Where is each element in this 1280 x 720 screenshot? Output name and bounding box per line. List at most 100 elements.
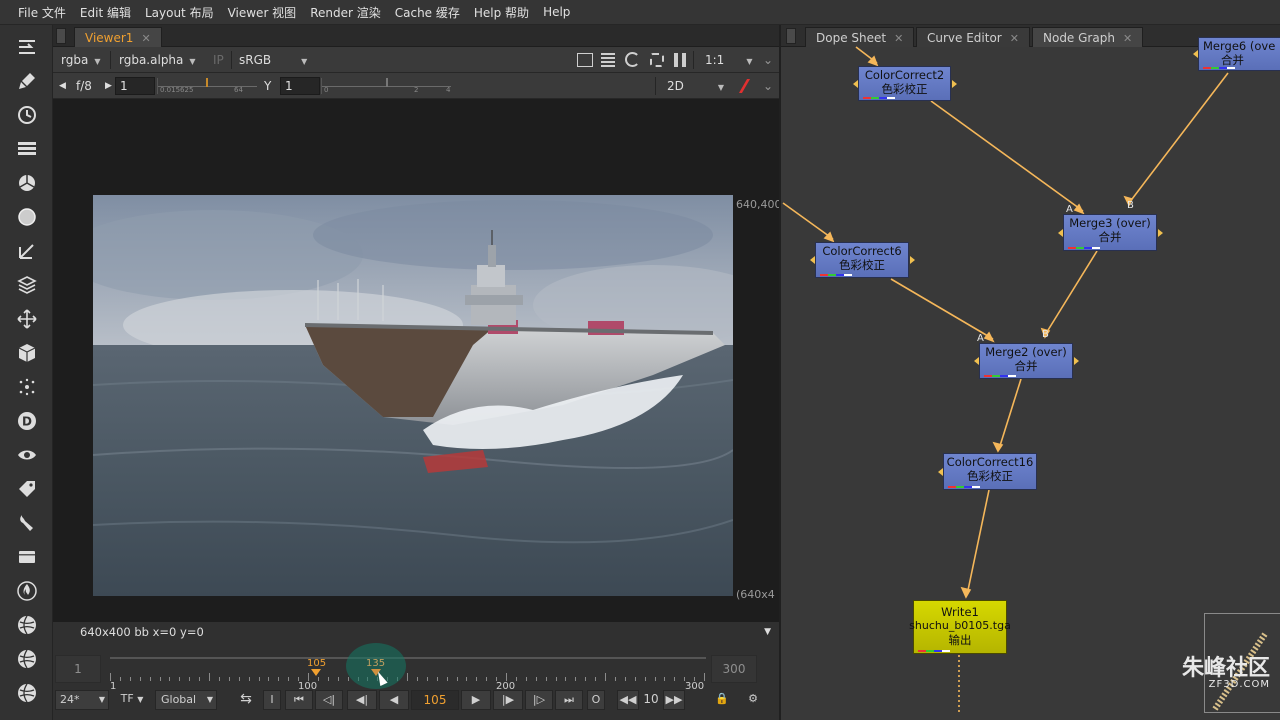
channel-strip	[1203, 67, 1235, 69]
view-mode-dropdown[interactable]: 2D ▼	[667, 77, 724, 95]
menu-help[interactable]: Help	[536, 5, 577, 19]
play-backward-button[interactable]: ◀	[379, 690, 409, 710]
menu-render[interactable]: Render 渲染	[303, 4, 388, 21]
chevron-down-icon: ▼	[206, 695, 213, 704]
filter-circle-icon[interactable]	[13, 203, 41, 231]
image-nodes-icon[interactable]	[13, 33, 41, 61]
channel-stack-icon[interactable]	[13, 135, 41, 163]
timeline-end-field[interactable]: 300	[711, 655, 757, 683]
node-colorcorrect16[interactable]: ColorCorrect16 色彩校正	[938, 453, 1037, 490]
gear-icon[interactable]	[650, 53, 664, 67]
menu-file[interactable]: File 文件	[11, 4, 73, 21]
color-wheel-icon[interactable]	[13, 169, 41, 197]
format-label-bottom: (640x4	[736, 588, 775, 601]
increment-field[interactable]: 10	[640, 690, 662, 710]
list-lines-icon[interactable]	[601, 53, 615, 67]
step-forward-increment-button[interactable]: |▷	[525, 690, 553, 710]
goto-start-button[interactable]: ⏮	[285, 690, 313, 710]
gamma-slider[interactable]: 0 2 4	[321, 78, 451, 94]
lock-icon[interactable]: 🔒	[713, 690, 731, 710]
menu-cache[interactable]: Cache 缓存	[388, 4, 467, 21]
playhead-marker-icon[interactable]	[311, 669, 321, 676]
tf-dropdown[interactable]: TF ▼	[115, 690, 149, 710]
alpha-channel-dropdown[interactable]: rgba.alpha ▼	[119, 51, 196, 69]
draw-brush-icon[interactable]	[13, 67, 41, 95]
input-process-toggle[interactable]: IP	[213, 51, 224, 69]
plugin-ball-icon-2[interactable]	[13, 645, 41, 673]
loop-mode-icon[interactable]: ⇆	[231, 690, 261, 710]
roi-icon[interactable]	[577, 53, 593, 67]
menu-viewer[interactable]: Viewer 视图	[221, 4, 304, 21]
node-merge2[interactable]: Merge2 (over) 合并	[974, 343, 1079, 379]
expand-chevron-icon[interactable]: ⌄	[763, 77, 773, 95]
step-back-increment-button[interactable]: ◁|	[315, 690, 343, 710]
chevron-down-icon[interactable]: ▼	[764, 622, 771, 642]
timeline-tick	[456, 677, 458, 681]
channels-dropdown[interactable]: rgba ▼	[61, 51, 100, 69]
slider-knob[interactable]	[206, 78, 208, 87]
time-clock-icon[interactable]	[13, 101, 41, 129]
plugin-ball-icon[interactable]	[13, 611, 41, 639]
timeline-tick	[416, 677, 418, 681]
timeline-tick	[119, 677, 121, 681]
metadata-tag-icon[interactable]	[13, 475, 41, 503]
fstop-next-icon[interactable]: ▶	[105, 77, 112, 95]
particles-icon[interactable]	[13, 373, 41, 401]
forward-increment-button[interactable]: ▶▶	[663, 690, 685, 710]
fps-value: 24*	[60, 693, 80, 706]
keyer-icon[interactable]	[13, 237, 41, 265]
gain-field[interactable]: 1	[115, 77, 155, 95]
pause-icon[interactable]	[674, 53, 686, 67]
playback-settings-button[interactable]: ⚙	[739, 690, 767, 710]
views-eye-icon[interactable]	[13, 441, 41, 469]
menu-edit[interactable]: Edit 编辑	[73, 4, 138, 21]
other-folder-icon[interactable]	[13, 543, 41, 571]
node-subtitle: 输出	[948, 633, 972, 647]
timeline-tick	[486, 677, 488, 681]
gain-slider[interactable]: 0.015625 64	[157, 78, 257, 94]
rewind-increment-button[interactable]: ◀◀	[617, 690, 639, 710]
timeline-tick	[506, 673, 507, 681]
range-dropdown[interactable]: Global ▼	[155, 690, 217, 710]
fstop-prev-icon[interactable]: ◀	[59, 77, 66, 95]
node-write1[interactable]: Write1 shuchu_b0105.tga 输出	[909, 600, 1011, 654]
goto-end-button[interactable]: ⏭	[555, 690, 583, 710]
step-back-button[interactable]: ◀|	[347, 690, 377, 710]
frame-field[interactable]: 105	[411, 690, 459, 710]
output-arrow-icon	[1158, 228, 1163, 237]
viewer-canvas[interactable]: 640,400 (640x4	[53, 99, 782, 647]
refresh-icon[interactable]	[625, 52, 640, 67]
node-graph-panel[interactable]: Dope Sheet ✕ Curve Editor ✕ Node Graph ✕ A	[779, 25, 1280, 720]
toolsets-wrench-icon[interactable]	[13, 509, 41, 537]
node-merge3[interactable]: Merge3 (over) 合并	[1058, 214, 1163, 251]
expand-chevron-icon[interactable]: ⌄	[763, 51, 773, 69]
timeline-tick	[515, 677, 517, 681]
3d-cube-icon[interactable]	[13, 339, 41, 367]
step-forward-button[interactable]: |▶	[493, 690, 523, 710]
slider-knob[interactable]	[386, 78, 388, 87]
menu-layout[interactable]: Layout 布局	[138, 4, 221, 21]
timeline-start-field[interactable]: 1	[55, 655, 101, 683]
deep-d-icon[interactable]: D	[13, 407, 41, 435]
fps-dropdown[interactable]: 24* ▼	[55, 690, 109, 710]
gamma-field[interactable]: 1	[280, 77, 320, 95]
panel-grip-icon[interactable]	[56, 28, 66, 44]
node-colorcorrect6[interactable]: ColorCorrect6 色彩校正	[810, 242, 915, 278]
timeline-tick	[426, 677, 428, 681]
in-point-button[interactable]: I	[263, 690, 281, 710]
furnace-flame-icon[interactable]	[13, 577, 41, 605]
timeline-ruler[interactable]: 1 100 200 300 105 135	[110, 643, 706, 692]
tab-viewer1[interactable]: Viewer1 ✕	[74, 27, 162, 47]
plugin-ball-icon-3[interactable]	[13, 679, 41, 707]
close-icon[interactable]: ✕	[141, 32, 150, 45]
paint-stroke-icon[interactable]	[738, 79, 760, 93]
colorspace-dropdown[interactable]: sRGB ▼	[239, 51, 307, 69]
play-forward-button[interactable]: ▶	[461, 690, 491, 710]
node-colorcorrect2[interactable]: ColorCorrect2 色彩校正	[853, 66, 957, 101]
merge-layers-icon[interactable]	[13, 271, 41, 299]
out-point-button[interactable]: O	[587, 690, 605, 710]
node-merge6[interactable]: Merge6 (ove 合并	[1193, 37, 1280, 71]
menu-help-cn[interactable]: Help 帮助	[467, 4, 536, 21]
zoom-dropdown[interactable]: 1:1 ▼	[705, 51, 752, 69]
transform-move-icon[interactable]	[13, 305, 41, 333]
